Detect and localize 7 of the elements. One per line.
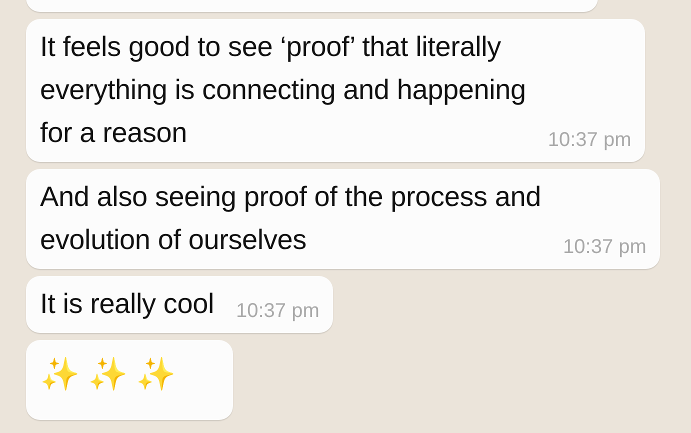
- message-text: And also seeing proof of the process and evolution of ourselves: [40, 180, 542, 257]
- message-time: 10:37 pm: [563, 236, 646, 259]
- message-time: 10:37 pm: [548, 129, 632, 152]
- message-text: It feels good to see ‘proof’ that literally everything is connecting and happening for a reason: [40, 30, 526, 150]
- message-time: 10:37 pm: [236, 300, 320, 323]
- message-text: It is really cool: [40, 287, 214, 321]
- emoji-message: ✨✨✨: [40, 354, 184, 395]
